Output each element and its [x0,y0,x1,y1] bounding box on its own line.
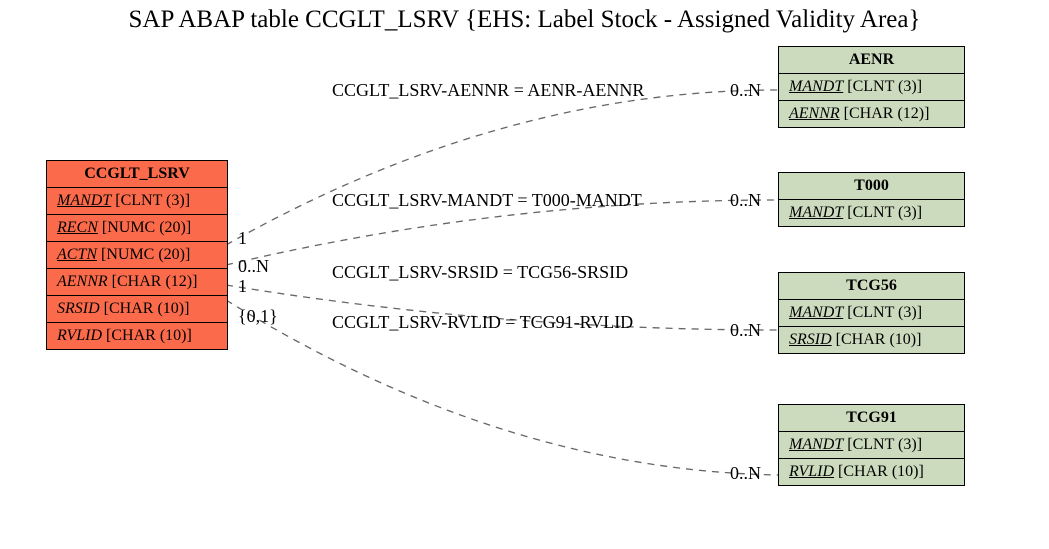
field-type: [CLNT (3)] [115,192,190,209]
cardinality-left: 1 [238,228,247,249]
field-row: AENNR [CHAR (12)] [779,101,964,127]
field-row: RVLID [CHAR (10)] [779,459,964,485]
field-name: AENNR [57,273,108,290]
diagram-title: SAP ABAP table CCGLT_LSRV {EHS: Label St… [0,6,1049,34]
field-type: [NUMC (20)] [101,246,190,263]
field-row: RECN [NUMC (20)] [47,215,227,242]
field-type: [CLNT (3)] [847,436,922,453]
field-name: MANDT [57,192,111,209]
field-row: MANDT [CLNT (3)] [47,188,227,215]
field-type: [CHAR (10)] [106,327,192,344]
field-name: ACTN [57,246,97,263]
field-name: MANDT [789,204,843,221]
field-name: RECN [57,219,98,236]
field-row: ACTN [NUMC (20)] [47,242,227,269]
field-type: [CHAR (12)] [844,105,930,122]
cardinality-right: 0..N [730,463,761,484]
field-name: MANDT [789,304,843,321]
cardinality-left: {0,1} [238,306,278,327]
field-row: MANDT [CLNT (3)] [779,200,964,226]
field-row: SRSID [CHAR (10)] [779,327,964,353]
field-name: SRSID [57,300,100,317]
field-type: [CHAR (10)] [836,331,922,348]
cardinality-left: 1 [238,276,247,297]
field-row: AENNR [CHAR (12)] [47,269,227,296]
field-row: MANDT [CLNT (3)] [779,300,964,327]
er-diagram: SAP ABAP table CCGLT_LSRV {EHS: Label St… [0,0,1049,549]
field-name: SRSID [789,331,832,348]
field-name: RVLID [789,463,834,480]
cardinality-right: 0..N [730,190,761,211]
relation-label: CCGLT_LSRV-AENNR = AENR-AENNR [332,80,644,101]
field-type: [CHAR (12)] [112,273,198,290]
relation-label: CCGLT_LSRV-MANDT = T000-MANDT [332,190,642,211]
entity-aenr: AENR MANDT [CLNT (3)] AENNR [CHAR (12)] [778,46,965,128]
entity-tcg91: TCG91 MANDT [CLNT (3)] RVLID [CHAR (10)] [778,404,965,486]
field-type: [CHAR (10)] [104,300,190,317]
entity-header: TCG91 [779,405,964,432]
field-type: [NUMC (20)] [102,219,191,236]
entity-tcg56: TCG56 MANDT [CLNT (3)] SRSID [CHAR (10)] [778,272,965,354]
field-row: SRSID [CHAR (10)] [47,296,227,323]
entity-header: T000 [779,173,964,200]
cardinality-left: 0..N [238,256,269,277]
field-name: MANDT [789,78,843,95]
entity-header: TCG56 [779,273,964,300]
entity-ccglt-lsrv: CCGLT_LSRV MANDT [CLNT (3)] RECN [NUMC (… [46,160,228,350]
entity-header: AENR [779,47,964,74]
relation-label: CCGLT_LSRV-SRSID = TCG56-SRSID [332,262,628,283]
field-name: AENNR [789,105,840,122]
field-type: [CLNT (3)] [847,304,922,321]
cardinality-right: 0..N [730,80,761,101]
entity-header: CCGLT_LSRV [47,161,227,188]
field-type: [CHAR (10)] [838,463,924,480]
field-row: MANDT [CLNT (3)] [779,74,964,101]
entity-t000: T000 MANDT [CLNT (3)] [778,172,965,227]
cardinality-right: 0..N [730,320,761,341]
field-name: MANDT [789,436,843,453]
relation-label: CCGLT_LSRV-RVLID = TCG91-RVLID [332,312,633,333]
field-row: RVLID [CHAR (10)] [47,323,227,349]
field-type: [CLNT (3)] [847,204,922,221]
field-name: RVLID [57,327,102,344]
field-row: MANDT [CLNT (3)] [779,432,964,459]
field-type: [CLNT (3)] [847,78,922,95]
